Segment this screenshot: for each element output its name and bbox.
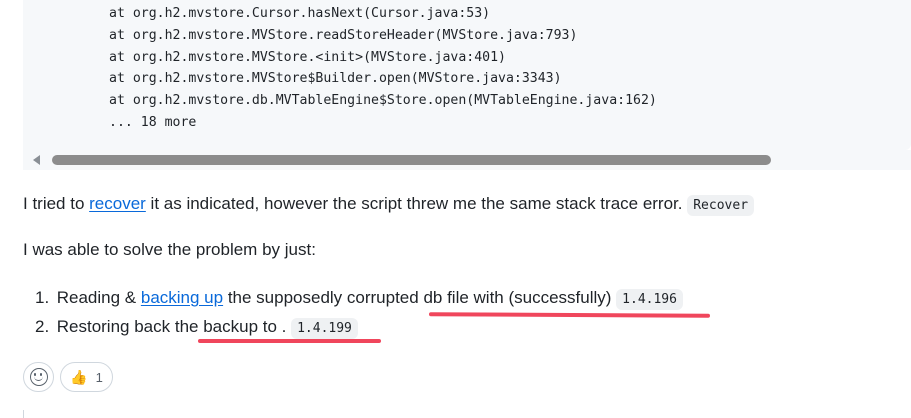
horizontal-scrollbar[interactable]	[23, 150, 911, 170]
backing-up-link[interactable]: backing up	[141, 288, 223, 307]
recover-link[interactable]: recover	[89, 194, 146, 213]
text: I tried to	[23, 194, 90, 213]
list-number: 1.	[35, 288, 50, 307]
reaction-count: 1	[95, 369, 103, 385]
code-line: at org.h2.mvstore.db.MVTableEngine$Store…	[109, 93, 657, 109]
inline-code-version: 1.4.196	[616, 289, 683, 310]
list-number: 2.	[35, 317, 50, 336]
smiley-icon	[29, 368, 48, 386]
inline-code-recover: Recover	[687, 195, 755, 216]
scroll-left-arrow-icon[interactable]	[33, 155, 40, 165]
add-reaction-button[interactable]	[23, 362, 54, 392]
code-line: at org.h2.mvstore.MVStore$Builder.open(M…	[109, 71, 562, 87]
text: the supposedly corrupted db file with (s…	[223, 288, 617, 307]
code-line: at org.h2.mvstore.MVStore.readStoreHeade…	[109, 27, 578, 43]
list-item: 1. Reading & backing up the supposedly c…	[35, 285, 683, 314]
code-line: at org.h2.mvstore.MVStore.<init>(MVStore…	[109, 49, 506, 65]
scrollbar-thumb[interactable]	[52, 155, 771, 165]
inline-code-version: 1.4.199	[291, 318, 358, 339]
stack-trace: at org.h2.mvstore.Cursor.hasNext(Cursor.…	[109, 3, 657, 134]
divider	[23, 410, 24, 418]
comment-paragraph-solution: I was able to solve the problem by just:	[23, 240, 316, 259]
comment-paragraph-recover: I tried to recover it as indicated, howe…	[23, 194, 755, 216]
thumbs-up-reaction-button[interactable]: 👍 1	[60, 362, 113, 392]
text: Restoring back the backup to .	[56, 317, 292, 336]
text: it as indicated, however the script thre…	[145, 194, 688, 213]
code-line: at org.h2.mvstore.Cursor.hasNext(Cursor.…	[109, 6, 491, 21]
thumbs-up-icon: 👍	[70, 369, 88, 385]
red-underline-annotation	[198, 339, 381, 343]
code-line: ... 18 more	[109, 114, 197, 130]
text: Reading &	[56, 288, 141, 307]
code-block: at org.h2.mvstore.Cursor.hasNext(Cursor.…	[23, 0, 911, 150]
